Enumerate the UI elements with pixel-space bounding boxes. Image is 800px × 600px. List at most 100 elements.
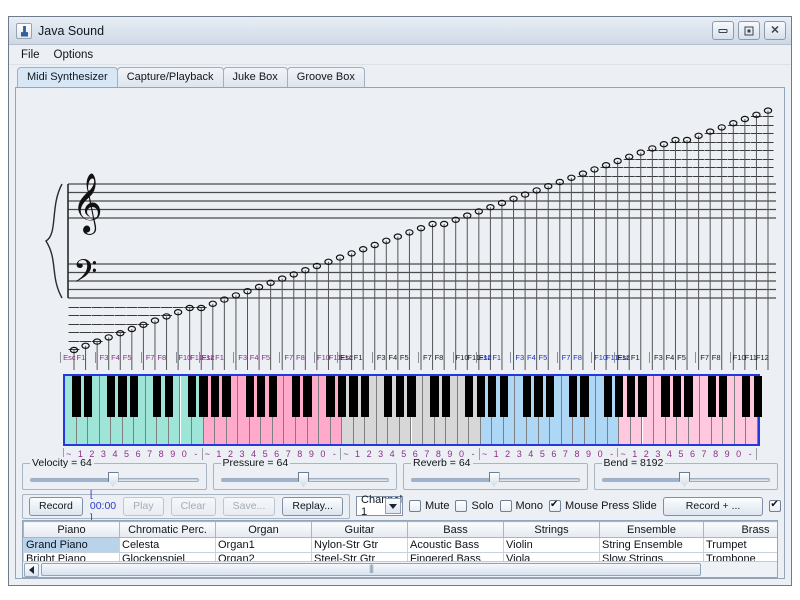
play-button[interactable]: Play	[123, 497, 163, 516]
instrument-cell[interactable]: Trombone	[704, 552, 778, 561]
piano-black-key[interactable]	[72, 376, 80, 417]
instrument-cell[interactable]: Celesta	[120, 538, 216, 553]
bend-slider[interactable]	[602, 471, 771, 487]
tab-juke-box[interactable]: Juke Box	[223, 67, 288, 87]
piano-black-key[interactable]	[673, 376, 681, 417]
piano-black-key[interactable]	[580, 376, 588, 417]
piano-black-key[interactable]	[349, 376, 357, 417]
instrument-cell[interactable]: Trumpet	[704, 538, 778, 553]
menu-file[interactable]: File	[15, 47, 46, 63]
piano-black-key[interactable]	[719, 376, 727, 417]
maximize-button[interactable]	[738, 21, 760, 40]
piano-black-key[interactable]	[257, 376, 265, 417]
piano-keyboard[interactable]	[63, 374, 760, 446]
table-column-header[interactable]: Brass	[704, 522, 778, 538]
table-column-header[interactable]: Chromatic Perc.	[120, 522, 216, 538]
piano-black-key[interactable]	[246, 376, 254, 417]
piano-black-key[interactable]	[442, 376, 450, 417]
piano-black-key[interactable]	[130, 376, 138, 417]
replay-button[interactable]: Replay...	[282, 497, 343, 516]
piano-black-key[interactable]	[569, 376, 577, 417]
mono-checkbox[interactable]: Mono	[500, 500, 544, 512]
slider-thumb[interactable]	[489, 472, 500, 487]
piano-black-key[interactable]	[84, 376, 92, 417]
piano-black-key[interactable]	[269, 376, 277, 417]
piano-black-key[interactable]	[326, 376, 334, 417]
piano-black-key[interactable]	[222, 376, 230, 417]
table-row[interactable]: Bright PianoGlockenspielOrgan2Steel-Str …	[24, 552, 778, 561]
piano-black-key[interactable]	[638, 376, 646, 417]
pressure-slider[interactable]	[221, 471, 390, 487]
piano-black-key[interactable]	[661, 376, 669, 417]
slider-thumb[interactable]	[679, 472, 690, 487]
instrument-cell[interactable]: Grand Piano	[24, 538, 120, 553]
velocity-slider[interactable]	[30, 471, 199, 487]
record-more-button[interactable]: Record + ...	[663, 497, 764, 516]
instrument-cell[interactable]: String Ensemble	[600, 538, 704, 553]
slider-thumb[interactable]	[108, 472, 119, 487]
piano-black-key[interactable]	[118, 376, 126, 417]
piano-black-key[interactable]	[684, 376, 692, 417]
piano-black-key[interactable]	[615, 376, 623, 417]
tab-midi-synthesizer[interactable]: Midi Synthesizer	[17, 67, 118, 87]
piano-black-key[interactable]	[338, 376, 346, 417]
horizontal-scrollbar[interactable]	[23, 561, 777, 577]
table-column-header[interactable]: Guitar	[312, 522, 408, 538]
table-column-header[interactable]: Ensemble	[600, 522, 704, 538]
instrument-cell[interactable]: Organ2	[216, 552, 312, 561]
instrument-cell[interactable]: Fingered Bass	[408, 552, 504, 561]
piano-black-key[interactable]	[604, 376, 612, 417]
instrument-cell[interactable]: Bright Piano	[24, 552, 120, 561]
piano-black-key[interactable]	[199, 376, 207, 417]
piano-black-key[interactable]	[523, 376, 531, 417]
piano-black-key[interactable]	[292, 376, 300, 417]
piano-black-key[interactable]	[153, 376, 161, 417]
instrument-cell[interactable]: Steel-Str Gtr	[312, 552, 408, 561]
scrollbar-thumb[interactable]	[41, 563, 701, 576]
piano-black-key[interactable]	[384, 376, 392, 417]
clear-button[interactable]: Clear	[171, 497, 216, 516]
save-button[interactable]: Save...	[223, 497, 276, 516]
piano-black-key[interactable]	[534, 376, 542, 417]
instrument-cell[interactable]: Viola	[504, 552, 600, 561]
piano-black-key[interactable]	[708, 376, 716, 417]
piano-black-key[interactable]	[396, 376, 404, 417]
instrument-cell[interactable]: Organ1	[216, 538, 312, 553]
piano-black-key[interactable]	[627, 376, 635, 417]
instrument-cell[interactable]: Acoustic Bass	[408, 538, 504, 553]
piano-black-key[interactable]	[165, 376, 173, 417]
piano-black-key[interactable]	[107, 376, 115, 417]
piano-black-key[interactable]	[546, 376, 554, 417]
chevron-down-icon[interactable]	[385, 498, 401, 514]
instrument-cell[interactable]: Slow Strings	[600, 552, 704, 561]
record-button[interactable]: Record	[29, 497, 83, 516]
piano-black-key[interactable]	[488, 376, 496, 417]
table-row[interactable]: Grand PianoCelestaOrgan1Nylon-Str GtrAco…	[24, 538, 778, 553]
instrument-cell[interactable]: Glockenspiel	[120, 552, 216, 561]
piano-black-key[interactable]	[407, 376, 415, 417]
table-column-header[interactable]: Strings	[504, 522, 600, 538]
table-column-header[interactable]: Organ	[216, 522, 312, 538]
piano-black-key[interactable]	[211, 376, 219, 417]
tab-capture-playback[interactable]: Capture/Playback	[117, 67, 224, 87]
piano-black-key[interactable]	[303, 376, 311, 417]
color-checkbox[interactable]: Color	[769, 500, 785, 512]
piano-black-key[interactable]	[477, 376, 485, 417]
scroll-left-arrow-icon[interactable]	[24, 563, 39, 577]
piano-black-key[interactable]	[500, 376, 508, 417]
instrument-cell[interactable]: Nylon-Str Gtr	[312, 538, 408, 553]
close-button[interactable]: ✕	[764, 21, 786, 40]
mute-checkbox[interactable]: Mute	[409, 500, 449, 512]
slider-thumb[interactable]	[298, 472, 309, 487]
tab-groove-box[interactable]: Groove Box	[287, 67, 365, 87]
table-column-header[interactable]: Bass	[408, 522, 504, 538]
table-column-header[interactable]: Piano	[24, 522, 120, 538]
reverb-slider[interactable]	[411, 471, 580, 487]
channel-select[interactable]: Channel 1	[356, 496, 403, 516]
piano-black-key[interactable]	[361, 376, 369, 417]
piano-black-key[interactable]	[430, 376, 438, 417]
solo-checkbox[interactable]: Solo	[455, 500, 493, 512]
instrument-table[interactable]: PianoChromatic Perc.OrganGuitarBassStrin…	[23, 521, 777, 561]
mouse-press-slide-checkbox[interactable]: Mouse Press Slide	[549, 500, 657, 512]
piano-black-key[interactable]	[465, 376, 473, 417]
